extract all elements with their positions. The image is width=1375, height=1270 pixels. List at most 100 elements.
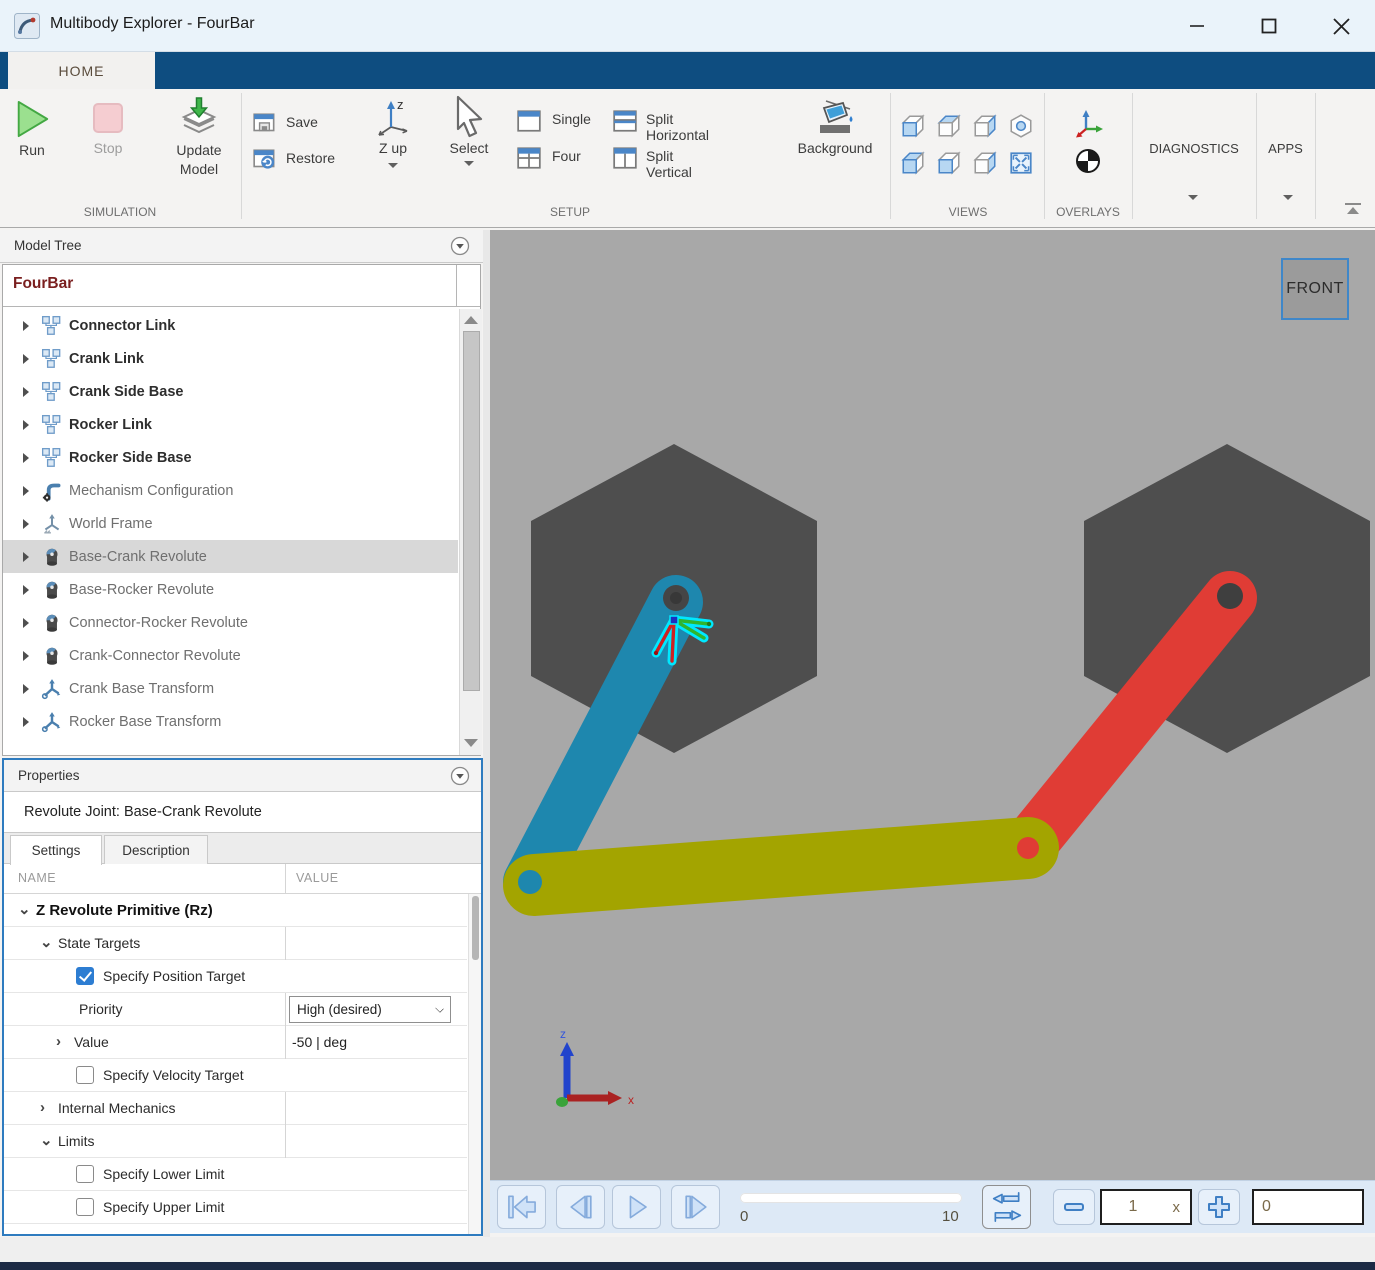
tab-settings[interactable]: Settings — [10, 835, 102, 865]
tree-item[interactable]: Rocker Link — [3, 408, 458, 441]
view-orientation-badge[interactable]: FRONT — [1281, 258, 1349, 320]
tab-home[interactable]: HOME — [8, 52, 155, 89]
four-view-button[interactable]: Four — [516, 146, 581, 175]
apps-dropdown-arrow[interactable] — [1283, 195, 1293, 200]
minimize-button[interactable] — [1168, 8, 1226, 44]
property-row[interactable]: Specify Upper Limit — [4, 1191, 467, 1224]
select-button[interactable]: Select — [442, 95, 496, 166]
chevron-down-icon[interactable]: ⌄ — [40, 1133, 54, 1148]
priority-dropdown[interactable]: High (desired) — [289, 996, 451, 1023]
update-model-button[interactable]: Update Model — [166, 95, 232, 179]
property-row[interactable]: ⌄ State Targets — [4, 927, 467, 960]
expand-triangle-icon[interactable] — [23, 716, 29, 727]
expand-triangle-icon[interactable] — [23, 485, 29, 496]
collapse-ribbon-button[interactable] — [1340, 201, 1366, 217]
tree-item[interactable]: Rocker Base Transform — [3, 705, 458, 738]
zup-button[interactable]: z Z up — [366, 97, 420, 168]
cube-top-view-button[interactable] — [934, 111, 964, 141]
tree-scroll-thumb[interactable] — [463, 331, 480, 691]
tree-item[interactable]: Connector-Rocker Revolute — [3, 606, 458, 639]
expand-triangle-icon[interactable] — [23, 617, 29, 628]
checkbox-unchecked[interactable] — [76, 1066, 94, 1084]
expand-triangle-icon[interactable] — [23, 353, 29, 364]
property-row[interactable]: › Internal Mechanics — [4, 1092, 467, 1125]
property-row[interactable]: Specify Lower Limit — [4, 1158, 467, 1191]
time-slider[interactable] — [740, 1193, 962, 1203]
tree-item[interactable]: Crank Base Transform — [3, 672, 458, 705]
tree-item[interactable]: Crank Link — [3, 342, 458, 375]
maximize-button[interactable] — [1240, 8, 1298, 44]
tree-item[interactable]: Connector Link — [3, 309, 458, 342]
scroll-down-icon[interactable] — [464, 739, 478, 747]
close-button[interactable] — [1312, 8, 1370, 44]
cube-left-view-button[interactable] — [970, 111, 1000, 141]
tab-description[interactable]: Description — [104, 835, 208, 864]
step-forward-button[interactable] — [671, 1185, 720, 1229]
checkbox-unchecked[interactable] — [76, 1165, 94, 1183]
expand-triangle-icon[interactable] — [23, 386, 29, 397]
go-to-start-button[interactable] — [497, 1185, 546, 1229]
save-button[interactable]: Save — [252, 111, 318, 142]
cube-corner-view-button[interactable] — [898, 148, 928, 178]
expand-triangle-icon[interactable] — [23, 650, 29, 661]
tree-item[interactable]: Rocker Side Base — [3, 441, 458, 474]
background-button[interactable]: Background — [792, 99, 878, 158]
cube-bottom-view-button[interactable] — [934, 148, 964, 178]
tree-item[interactable]: World Frame — [3, 507, 458, 540]
play-button[interactable] — [612, 1185, 661, 1229]
chevron-right-icon[interactable]: › — [40, 1100, 54, 1115]
split-horizontal-button[interactable]: Split Horizontal — [612, 109, 709, 143]
single-view-button[interactable]: Single — [516, 109, 591, 138]
speed-field[interactable]: 1 x — [1100, 1189, 1192, 1225]
expand-triangle-icon[interactable] — [23, 683, 29, 694]
center-of-mass-overlay-button[interactable] — [1074, 147, 1102, 180]
tree-item[interactable]: Mechanism Configuration — [3, 474, 458, 507]
panel-divider[interactable] — [483, 230, 490, 1237]
cube-right-view-button[interactable] — [970, 148, 1000, 178]
run-button[interactable]: Run — [6, 97, 58, 160]
properties-scrollbar[interactable] — [468, 894, 481, 1234]
property-row[interactable]: ⌄ Limits — [4, 1125, 467, 1158]
model-tree-collapse-button[interactable] — [450, 236, 470, 256]
tree-item[interactable]: Crank Side Base — [3, 375, 458, 408]
tree-item[interactable]: Base-Crank Revolute — [3, 540, 458, 573]
restore-button[interactable]: Restore — [252, 147, 335, 178]
loop-button[interactable] — [982, 1185, 1031, 1229]
scroll-up-icon[interactable] — [464, 316, 478, 324]
chevron-right-icon[interactable]: › — [56, 1034, 70, 1049]
property-value[interactable]: -50 | deg — [292, 1034, 347, 1050]
diagnostics-button[interactable]: DIAGNOSTICS — [1132, 141, 1256, 156]
viewport-3d[interactable]: z x FRONT — [490, 230, 1375, 1180]
decrease-speed-button[interactable] — [1053, 1189, 1095, 1225]
properties-collapse-button[interactable] — [450, 766, 470, 786]
tree-root-row[interactable]: FourBar — [3, 265, 480, 307]
expand-triangle-icon[interactable] — [23, 551, 29, 562]
expand-triangle-icon[interactable] — [23, 584, 29, 595]
chevron-down-icon[interactable]: ⌄ — [18, 902, 32, 917]
property-row[interactable]: Priority High (desired) — [4, 993, 467, 1026]
chevron-down-icon[interactable]: ⌄ — [40, 935, 54, 950]
iso-sphere-view-button[interactable] — [1006, 111, 1036, 141]
checkbox-checked[interactable] — [76, 967, 94, 985]
tree-scrollbar[interactable] — [459, 309, 482, 755]
property-row[interactable]: › Value -50 | deg — [4, 1026, 467, 1059]
expand-triangle-icon[interactable] — [23, 320, 29, 331]
zup-dropdown-arrow[interactable] — [388, 163, 398, 168]
cube-front-view-button[interactable] — [898, 111, 928, 141]
tree-item[interactable]: Crank-Connector Revolute — [3, 639, 458, 672]
increase-speed-button[interactable] — [1198, 1189, 1240, 1225]
select-dropdown-arrow[interactable] — [464, 161, 474, 166]
diagnostics-dropdown-arrow[interactable] — [1188, 195, 1198, 200]
apps-button[interactable]: APPS — [1256, 141, 1315, 156]
fit-view-view-button[interactable] — [1006, 148, 1036, 178]
frame-overlay-button[interactable] — [1072, 107, 1104, 144]
tree-item[interactable]: Base-Rocker Revolute — [3, 573, 458, 606]
properties-scroll-thumb[interactable] — [472, 896, 479, 960]
expand-triangle-icon[interactable] — [23, 419, 29, 430]
property-row[interactable]: Specify Velocity Target — [4, 1059, 467, 1092]
checkbox-unchecked[interactable] — [76, 1198, 94, 1216]
time-field[interactable]: 0 — [1252, 1189, 1364, 1225]
step-back-button[interactable] — [556, 1185, 605, 1229]
property-row[interactable]: Specify Position Target — [4, 960, 467, 993]
property-row[interactable]: ⌄ Z Revolute Primitive (Rz) — [4, 894, 467, 927]
